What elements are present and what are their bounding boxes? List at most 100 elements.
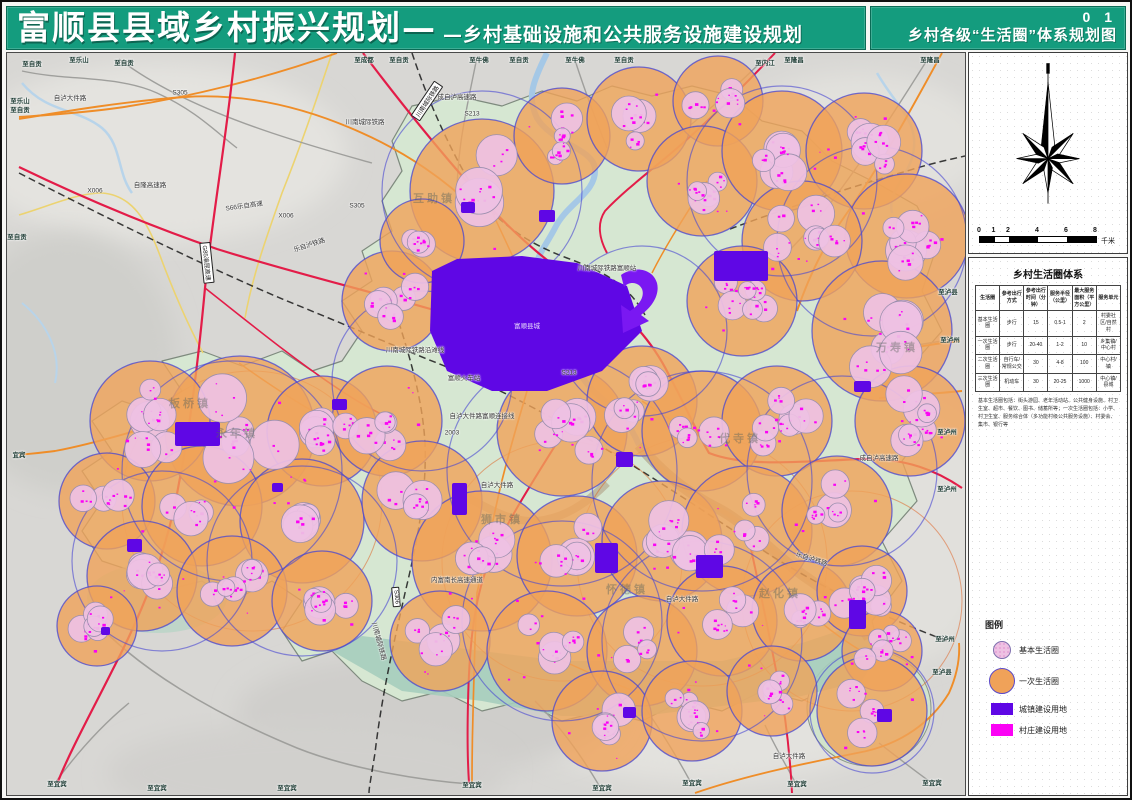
legend-label: 一次生活圈 [1019,676,1059,687]
village-land-dot [678,183,680,185]
village-land-dot [304,480,306,482]
village-land-dot [911,656,914,658]
village-land-dot [535,562,537,563]
village-land-dot [427,245,429,247]
village-land-dot [700,735,703,737]
village-land-dot [135,438,136,439]
village-land-dot [639,653,642,655]
village-land-dot [782,151,785,154]
village-land-dot [834,156,837,158]
village-land-dot [558,155,561,158]
village-land-dot [666,567,669,569]
village-land-dot [323,604,325,606]
table-note: 基本生活圈包括：街头游园、老年活动站、公共健身设施、村卫生室、超市、餐饮、图书、… [978,397,1118,429]
village-land-dot [243,580,246,582]
village-land-dot [448,616,450,618]
village-land-dot [766,444,768,446]
village-land-dot [761,288,763,290]
village-land-dot [754,504,756,505]
village-land-dot [851,663,854,665]
village-land-dot [102,624,105,627]
map-panel[interactable]: 至自贡至乐山至自贡至成都至自贡至牛佛至自贡至牛佛至自贡至内江至隆昌至隆昌至乐山至… [6,52,966,796]
village-land-dot [417,237,420,239]
table-cell: 二次生活圈 [976,355,1000,374]
table-cell: 基本生活圈 [976,311,1000,336]
village-land-dot [880,651,883,654]
village-land-dot [870,317,872,319]
village-land-dot [550,156,553,158]
village-land-dot [575,555,577,556]
basic-living-circle [854,648,876,670]
sidebar: 012468 千米 乡村生活圈体系 生活圈参考出行方式参考出行时间（分钟）服务半… [968,52,1128,796]
village-land-dot [841,600,843,602]
village-land-dot [717,428,719,430]
scale-tick: 1 [992,227,996,234]
village-land-dot [908,349,910,350]
village-land-dot [929,239,932,241]
village-land-dot [883,369,886,371]
village-land-dot [278,402,281,404]
village-land-dot [774,399,777,401]
village-land-dot [688,436,691,438]
table-header-cell: 生活圈 [976,286,1000,311]
basic-living-circle [305,426,335,456]
village-land-dot [327,434,329,436]
village-land-dot [506,149,509,151]
village-land-dot [591,456,593,458]
village-land-dot [884,117,887,120]
village-land-dot [343,428,346,430]
village-land-dot [925,431,928,433]
village-land-dot [671,703,673,704]
table-row: 二次生活圈自行车/常规公交304-8100中心村/镇 [976,355,1121,374]
village-land-dot [157,420,160,423]
village-land-dot [764,159,767,162]
village-land-dot [764,715,765,716]
village-land-dot [859,146,862,148]
village-land-dot [237,587,239,589]
village-land-dot [417,241,419,242]
scale-tick: 4 [1035,227,1039,234]
village-land-dot [227,588,229,590]
basic-living-circle [611,96,646,131]
village-land-dot [697,710,699,711]
village-land-dot [694,712,696,714]
village-land-dot [889,640,892,642]
village-land-dot [677,519,679,521]
village-land-dot [150,390,152,391]
village-land-dot [322,450,325,452]
village-land-dot [735,607,737,609]
village-land-dot [415,489,417,491]
village-land-dot [311,610,313,611]
village-land-dot [419,498,422,500]
village-land-dot [199,502,200,503]
village-land-dot [611,657,612,658]
village-land-dot [865,655,867,657]
village-land-dot [463,199,465,201]
village-land-dot [572,639,575,642]
village-land-dot [562,136,565,139]
village-land-dot [82,490,84,492]
village-land-dot [762,159,764,160]
village-land-dot [908,263,911,266]
village-land-dot [493,165,495,167]
village-land-dot [153,387,155,388]
village-land-dot [577,636,580,638]
village-land-dot [317,595,320,598]
village-land-dot [899,642,901,644]
village-land-dot [523,676,526,678]
village-land-dot [482,560,484,562]
village-land-dot [753,545,755,547]
village-land-dot [874,500,877,502]
village-land-dot [777,256,779,257]
village-land-dot [653,544,656,547]
village-land-dot [619,410,621,412]
village-land-dot [223,588,226,590]
village-land-dot [779,683,781,685]
village-land-dot [555,651,558,653]
village-land-dot [109,504,110,505]
village-land-dot [556,434,558,436]
village-land-dot [761,445,764,447]
town-land-blob [539,210,555,222]
village-land-dot [508,679,510,681]
village-land-dot [716,730,718,732]
